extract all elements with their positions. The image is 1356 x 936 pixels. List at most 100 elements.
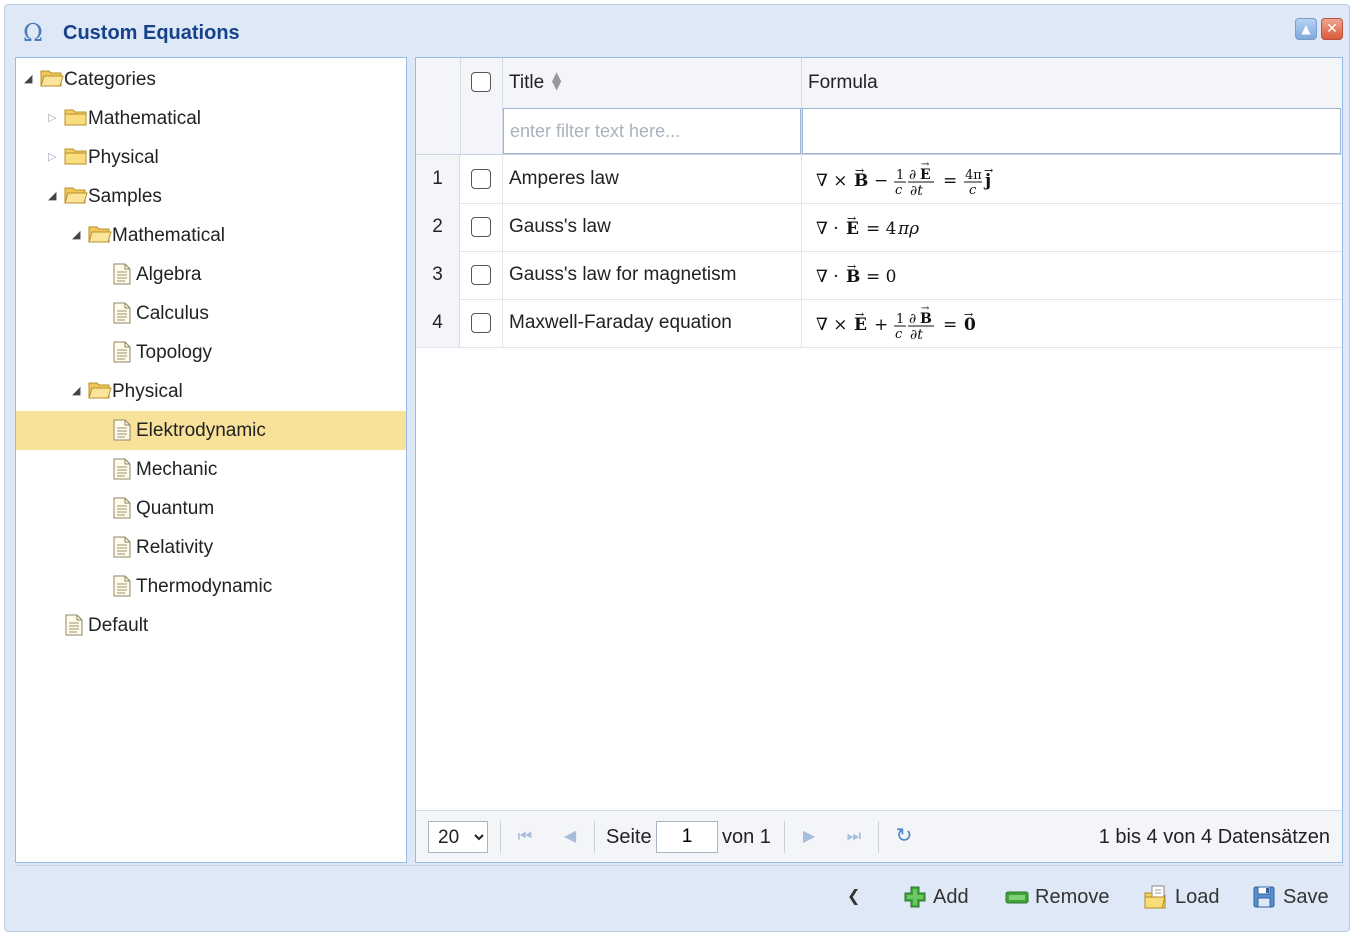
- window-title: Custom Equations: [63, 22, 240, 44]
- svg-text:−: −: [874, 171, 888, 191]
- document-icon: [112, 419, 134, 441]
- last-page-icon[interactable]: ⏭: [843, 825, 865, 847]
- svg-text:→: →: [964, 308, 973, 321]
- tree-node[interactable]: Default: [16, 606, 406, 645]
- cell-divider: [502, 155, 503, 203]
- collapse-button[interactable]: ▲: [1295, 18, 1317, 40]
- tree-node-label: Mathematical: [88, 108, 201, 129]
- row-checkbox[interactable]: [471, 169, 491, 189]
- column-header-formula[interactable]: Formula: [808, 72, 878, 94]
- refresh-icon[interactable]: ↻: [892, 823, 916, 847]
- title-filter-input[interactable]: [503, 108, 801, 154]
- row-number: 4: [416, 299, 460, 347]
- svg-text:∇ ×: ∇ ×: [816, 171, 848, 191]
- svg-text:∇ ×: ∇ ×: [816, 315, 848, 335]
- collapsed-arrow-icon[interactable]: ▷: [48, 148, 62, 166]
- row-checkbox[interactable]: [471, 313, 491, 333]
- sort-icon[interactable]: ▲ ▼: [552, 70, 561, 91]
- tree-node[interactable]: Mechanic: [16, 450, 406, 489]
- custom-equations-dialog: Ω Custom Equations ▲ ✕ ◢ Categories ▷ Mathe…: [4, 4, 1350, 932]
- document-icon: [112, 263, 134, 285]
- table-row[interactable]: 2 Gauss's law ∇ · E → = 4 πρ: [416, 203, 1342, 252]
- tree-node-label: Topology: [136, 342, 213, 363]
- remove-icon: [1005, 891, 1029, 904]
- page-count-label: von 1: [722, 826, 771, 848]
- table-row[interactable]: 3 Gauss's law for magnetism ∇ · B → = 0: [416, 251, 1342, 300]
- svg-text:c: c: [895, 327, 903, 342]
- svg-text:→: →: [921, 303, 930, 314]
- save-button[interactable]: Save: [1251, 882, 1329, 912]
- tree-node[interactable]: ◢ Samples: [16, 177, 406, 216]
- tree-node[interactable]: Thermodynamic: [16, 567, 406, 606]
- row-number: 1: [416, 155, 460, 203]
- category-tree: ◢ Categories ▷ Mathematical ▷ Physical ◢ Sample…: [15, 57, 407, 863]
- document-icon: [64, 614, 86, 636]
- svg-text:→: →: [847, 260, 856, 273]
- document-icon: [112, 575, 134, 597]
- folder-open-icon: [64, 185, 88, 205]
- close-button[interactable]: ✕: [1321, 18, 1343, 40]
- row-number: 2: [416, 203, 460, 251]
- close-icon: ✕: [1326, 21, 1338, 37]
- tree-node[interactable]: Algebra: [16, 255, 406, 294]
- page-number-input[interactable]: [656, 821, 718, 853]
- tree-node[interactable]: ◢ Mathematical: [16, 216, 406, 255]
- tree-node[interactable]: ◢ Physical: [16, 372, 406, 411]
- remove-button[interactable]: Remove: [1005, 882, 1109, 912]
- tree-node[interactable]: ▷ Mathematical: [16, 99, 406, 138]
- svg-text:= 0: = 0: [866, 267, 896, 287]
- expanded-arrow-icon[interactable]: ◢: [24, 70, 38, 88]
- equations-grid: Title ▲▼ Formula 1 Amperes law ∇ × B→ − …: [415, 57, 1343, 863]
- add-button[interactable]: Add: [903, 882, 969, 912]
- tree-node-label: Mechanic: [136, 459, 218, 480]
- cell-divider: [502, 251, 503, 299]
- toolbar-separator: [878, 821, 879, 853]
- cell-divider: [502, 203, 503, 251]
- expanded-arrow-icon[interactable]: ◢: [72, 226, 86, 244]
- table-row[interactable]: 1 Amperes law ∇ × B → − 1c ∂ E → ∂t = 4π c j…: [416, 155, 1342, 204]
- tree-node-label: Elektrodynamic: [136, 420, 266, 441]
- tree-node[interactable]: Calculus: [16, 294, 406, 333]
- expanded-arrow-icon[interactable]: ◢: [72, 382, 86, 400]
- next-page-icon[interactable]: ▶: [798, 825, 820, 847]
- toolbar-separator: [500, 821, 501, 853]
- svg-text:∇ ·: ∇ ·: [816, 267, 839, 287]
- prev-page-icon[interactable]: ◀: [559, 825, 581, 847]
- tree-node[interactable]: Quantum: [16, 489, 406, 528]
- tree-node[interactable]: Topology: [16, 333, 406, 372]
- row-checkbox[interactable]: [471, 265, 491, 285]
- load-button[interactable]: Load: [1143, 882, 1220, 912]
- expanded-arrow-icon[interactable]: ◢: [48, 187, 62, 205]
- paging-info: 1 bis 4 von 4 Datensätzen: [1098, 826, 1330, 848]
- row-title: Gauss's law for magnetism: [509, 264, 737, 285]
- select-all-checkbox[interactable]: [471, 72, 491, 92]
- first-page-icon[interactable]: ⏮: [514, 825, 536, 847]
- tree-node[interactable]: ◢ Categories: [16, 60, 406, 99]
- folder-icon: [64, 146, 87, 166]
- row-title: Maxwell-Faraday equation: [509, 312, 732, 333]
- formula-filter-input[interactable]: [802, 108, 1341, 154]
- table-row[interactable]: 4 Maxwell-Faraday equation ∇ × E → + 1c ∂…: [416, 299, 1342, 348]
- chevron-left-icon[interactable]: ❮: [847, 886, 860, 905]
- cell-divider: [801, 203, 802, 251]
- column-header-title[interactable]: Title: [509, 72, 544, 94]
- save-label: Save: [1283, 885, 1329, 908]
- svg-text:∇ ·: ∇ ·: [816, 219, 839, 239]
- row-checkbox[interactable]: [471, 217, 491, 237]
- svg-text:c: c: [895, 183, 903, 198]
- document-icon: [112, 458, 134, 480]
- svg-text:=: =: [943, 315, 957, 335]
- svg-text:4π: 4π: [965, 168, 982, 183]
- footer-toolbar: ❮ Add Remove Load Save: [15, 865, 1343, 926]
- tree-node[interactable]: ▷ Physical: [16, 138, 406, 177]
- page-size-select[interactable]: 20: [428, 821, 488, 853]
- column-divider: [460, 58, 461, 154]
- tree-node[interactable]: Elektrodynamic: [16, 411, 406, 450]
- svg-text:→: →: [855, 308, 864, 321]
- tree-node[interactable]: Relativity: [16, 528, 406, 567]
- collapsed-arrow-icon[interactable]: ▷: [48, 109, 62, 127]
- svg-text:→: →: [855, 164, 864, 177]
- folder-open-icon: [40, 68, 64, 88]
- title-bar[interactable]: Ω Custom Equations ▲ ✕: [5, 5, 1349, 57]
- folder-open-icon: [88, 224, 112, 244]
